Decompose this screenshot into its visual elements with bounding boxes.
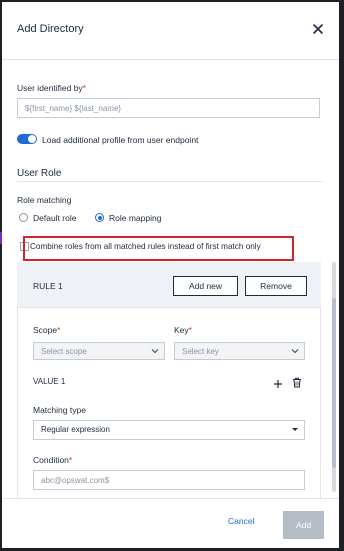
value-title: VALUE 1: [33, 377, 66, 386]
user-identified-label-text: User identified by: [17, 83, 83, 93]
chevron-down-icon: [291, 349, 299, 354]
add-value-icon[interactable]: [273, 376, 283, 388]
caret-down-icon: [292, 428, 298, 431]
remove-rule-button[interactable]: Remove: [245, 276, 307, 296]
key-label-text: Key: [174, 325, 189, 335]
condition-label: Condition*: [33, 455, 72, 465]
chevron-down-icon: [151, 349, 159, 354]
key-select[interactable]: Select key: [174, 342, 305, 360]
matching-type-select[interactable]: Regular expression: [33, 420, 305, 440]
combine-roles-label: Combine roles from all matched rules ins…: [30, 242, 261, 251]
condition-label-text: Condition: [33, 455, 69, 465]
rule-divider: [18, 307, 320, 308]
radio-role-mapping[interactable]: [95, 213, 104, 222]
scrollbar-thumb[interactable]: [332, 298, 336, 468]
required-mark: *: [57, 325, 61, 335]
required-mark: *: [68, 455, 73, 465]
section-divider: [17, 181, 323, 182]
toggle-knob: [28, 135, 36, 143]
trash-icon[interactable]: [292, 375, 302, 388]
load-profile-label: Load additional profile from user endpoi…: [42, 135, 199, 145]
rule-title: RULE 1: [33, 281, 63, 291]
role-matching-label: Role matching: [17, 195, 72, 205]
required-mark: *: [188, 325, 192, 335]
required-mark: *: [82, 83, 86, 93]
dialog-title: Add Directory: [17, 23, 84, 35]
user-identified-label: User identified by*: [17, 83, 86, 93]
scope-placeholder: Select scope: [41, 347, 87, 356]
radio-default-role-label: Default role: [33, 213, 77, 223]
add-new-rule-button[interactable]: Add new: [173, 276, 238, 296]
key-label: Key*: [174, 325, 192, 335]
matching-type-value: Regular expression: [41, 425, 110, 434]
matching-type-label: Matching type: [33, 405, 86, 415]
user-identified-input[interactable]: ${first_name} ${last_name}: [17, 98, 320, 118]
user-role-heading: User Role: [17, 168, 62, 179]
dialog-header: Add Directory: [2, 2, 339, 60]
close-icon[interactable]: [311, 22, 325, 36]
condition-input[interactable]: abc@opswat.com$: [33, 470, 305, 490]
scope-label-text: Scope: [33, 325, 58, 335]
load-profile-toggle[interactable]: [17, 134, 37, 144]
scope-select[interactable]: Select scope: [33, 342, 165, 360]
cancel-button[interactable]: Cancel: [228, 516, 254, 526]
key-placeholder: Select key: [182, 347, 219, 356]
radio-default-role[interactable]: [19, 213, 28, 222]
add-directory-dialog: Add Directory User identified by* ${firs…: [2, 2, 339, 548]
radio-role-mapping-label: Role mapping: [109, 213, 162, 223]
scope-label: Scope*: [33, 325, 60, 335]
add-button[interactable]: Add: [283, 511, 324, 539]
